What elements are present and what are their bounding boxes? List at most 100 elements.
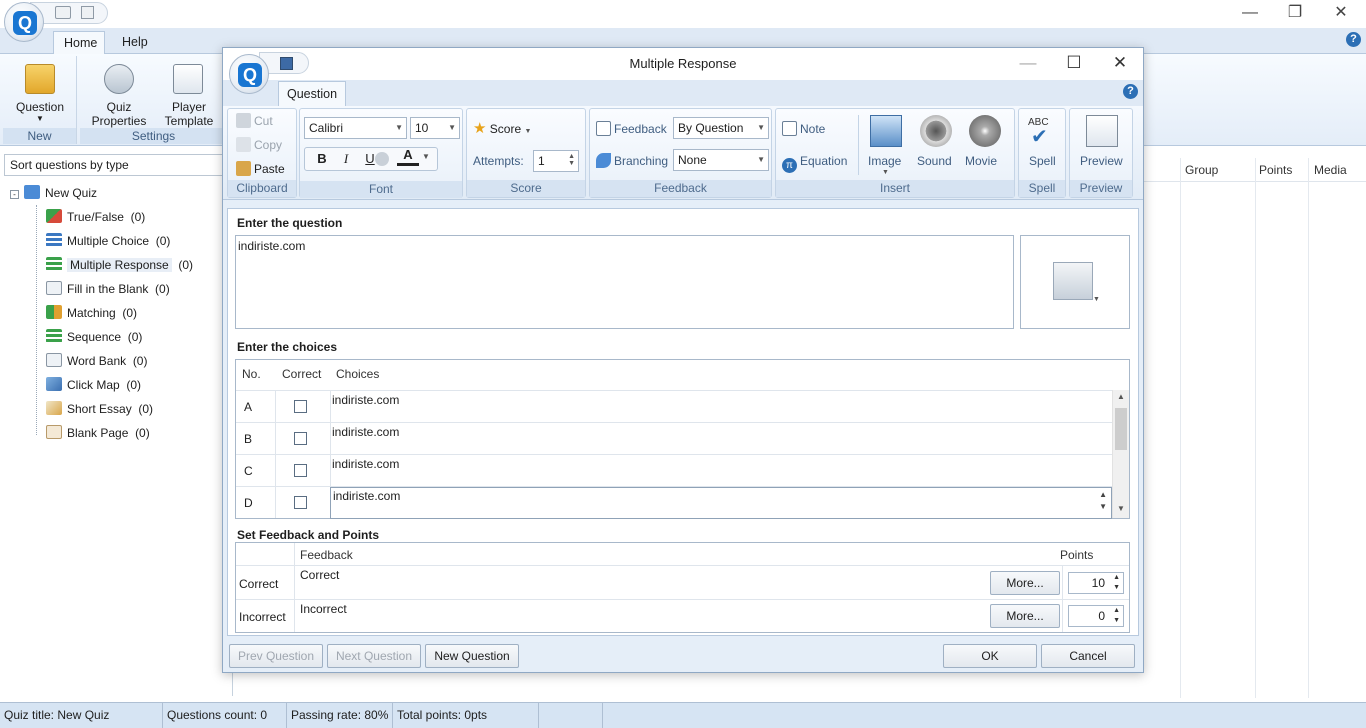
close-button[interactable]: ✕ xyxy=(1318,0,1364,28)
equation-button[interactable]: π Equation xyxy=(782,153,847,173)
quiz-icon xyxy=(24,185,40,199)
choice-edit-box[interactable]: indiriste.com ▲ ▼ xyxy=(330,487,1112,519)
scroll-thumb[interactable] xyxy=(1115,408,1127,450)
quiz-properties-button[interactable]: Quiz Properties xyxy=(86,100,152,128)
preview-icon xyxy=(1086,115,1118,147)
note-button[interactable]: Note xyxy=(782,121,825,137)
correct-checkbox[interactable] xyxy=(294,400,307,413)
tree-item-true-false[interactable]: True/False (0) xyxy=(46,206,145,228)
chevron-down-icon[interactable]: ▼ xyxy=(422,152,430,161)
column-group[interactable]: Group xyxy=(1185,158,1218,182)
font-family-select[interactable]: Calibri ▼ xyxy=(304,117,407,139)
player-template-button[interactable]: Player Template xyxy=(158,100,220,128)
help-icon[interactable]: ? xyxy=(1346,32,1361,47)
chevron-down-icon: ▼ xyxy=(524,128,532,135)
column-media[interactable]: Media xyxy=(1314,158,1347,182)
collapse-icon[interactable]: - xyxy=(10,190,19,199)
choice-text[interactable]: indiriste.com xyxy=(332,393,399,407)
choice-row[interactable]: A indiriste.com xyxy=(236,390,1112,422)
chevron-down-icon[interactable]: ▼ xyxy=(882,169,889,176)
tree-item-word-bank[interactable]: Word Bank (0) xyxy=(46,350,147,372)
status-questions-count: Questions count: 0 xyxy=(163,702,287,728)
points-stepper[interactable]: 10 ▲ ▼ xyxy=(1068,572,1124,594)
choice-row[interactable]: C indiriste.com xyxy=(236,454,1112,486)
correct-checkbox[interactable] xyxy=(294,432,307,445)
save-icon[interactable] xyxy=(280,57,293,70)
points-stepper[interactable]: 0 ▲ ▼ xyxy=(1068,605,1124,627)
template-icon xyxy=(173,64,203,94)
tree-item-sequence[interactable]: Sequence (0) xyxy=(46,326,142,348)
preview-button[interactable]: Preview xyxy=(1080,153,1123,169)
scroll-down-icon[interactable]: ▼ xyxy=(1117,504,1125,513)
more-button[interactable]: More... xyxy=(990,571,1060,595)
dialog-logo[interactable]: Q xyxy=(229,54,269,94)
minimize-button[interactable]: — xyxy=(1227,0,1273,28)
restore-button[interactable]: ❐ xyxy=(1272,0,1318,28)
paste-button[interactable]: Paste xyxy=(236,161,285,177)
sound-button[interactable]: Sound xyxy=(917,153,952,169)
cancel-button[interactable]: Cancel xyxy=(1041,644,1135,668)
open-icon[interactable] xyxy=(55,6,71,19)
spell-button[interactable]: Spell xyxy=(1029,153,1056,169)
dialog-close-button[interactable]: ✕ xyxy=(1097,48,1143,80)
new-question-button[interactable]: New Question xyxy=(425,644,519,668)
tree-item-short-essay[interactable]: Short Essay (0) xyxy=(46,398,153,420)
tree-root[interactable]: - New Quiz xyxy=(10,182,97,204)
italic-button[interactable]: I xyxy=(335,148,357,170)
group-label-score: Score xyxy=(467,180,585,197)
movie-button[interactable]: Movie xyxy=(965,153,997,169)
attempts-stepper[interactable]: 1 ▲ ▼ xyxy=(533,150,579,172)
feedback-section-title: Set Feedback and Points xyxy=(237,528,380,542)
tree-item-multiple-response[interactable]: Multiple Response (0) xyxy=(46,254,193,276)
feedback-points-table: Feedback Points Correct Correct More... … xyxy=(235,542,1130,633)
choice-row[interactable]: D indiriste.com ▲ ▼ xyxy=(236,486,1112,519)
chevron-down-icon[interactable]: ▼ xyxy=(3,112,77,126)
font-color-button[interactable]: A xyxy=(397,146,419,166)
tree-item-click-map[interactable]: Click Map (0) xyxy=(46,374,141,396)
group-label-preview: Preview xyxy=(1070,180,1132,197)
status-passing-rate: Passing rate: 80% xyxy=(287,702,393,728)
branching-select[interactable]: None ▼ xyxy=(673,149,769,171)
tab-home[interactable]: Home xyxy=(53,31,105,55)
highlight-icon[interactable] xyxy=(375,152,389,166)
tab-question[interactable]: Question xyxy=(278,81,346,106)
image-button[interactable]: Image xyxy=(868,153,901,169)
bold-button[interactable]: B xyxy=(311,148,333,170)
feedback-text[interactable]: Correct xyxy=(300,568,339,582)
tree-item-blank-page[interactable]: Blank Page (0) xyxy=(46,422,150,444)
dialog-minimize-button[interactable]: — xyxy=(1005,48,1051,80)
paste-label: Paste xyxy=(254,162,285,176)
dialog-help-icon[interactable]: ? xyxy=(1123,84,1138,99)
tree-item-fill-in-the-blank[interactable]: Fill in the Blank (0) xyxy=(46,278,170,300)
copy-button[interactable]: Copy xyxy=(236,137,282,153)
choices-scrollbar[interactable]: ▲ ▼ xyxy=(1112,390,1129,518)
choice-row[interactable]: B indiriste.com xyxy=(236,422,1112,454)
question-media-box[interactable]: ▼ xyxy=(1020,235,1130,329)
choice-text[interactable]: indiriste.com xyxy=(332,425,399,439)
prev-question-button[interactable]: Prev Question xyxy=(229,644,323,668)
font-size-select[interactable]: 10 ▼ xyxy=(410,117,460,139)
ok-button[interactable]: OK xyxy=(943,644,1037,668)
tab-help[interactable]: Help xyxy=(112,31,158,55)
question-input[interactable]: indiriste.com xyxy=(235,235,1014,329)
correct-checkbox[interactable] xyxy=(294,496,307,509)
scroll-up-icon[interactable]: ▲ xyxy=(1117,392,1125,401)
cut-button[interactable]: Cut xyxy=(236,113,273,129)
score-button[interactable]: ★ Score ▼ xyxy=(473,121,531,140)
more-button[interactable]: More... xyxy=(990,604,1060,628)
column-points[interactable]: Points xyxy=(1259,158,1292,182)
dialog-maximize-button[interactable]: ☐ xyxy=(1051,48,1097,80)
feedback-text[interactable]: Incorrect xyxy=(300,602,347,616)
choice-text[interactable]: indiriste.com xyxy=(332,457,399,471)
tree-item-matching[interactable]: Matching (0) xyxy=(46,302,137,324)
tree-item-multiple-choice[interactable]: Multiple Choice (0) xyxy=(46,230,170,252)
dialog-tab-bar: Question xyxy=(223,80,1143,106)
sort-select[interactable]: Sort questions by type xyxy=(4,154,230,176)
app-logo[interactable]: Q xyxy=(4,2,44,42)
next-question-button[interactable]: Next Question xyxy=(327,644,421,668)
save-icon[interactable] xyxy=(81,6,94,19)
feedback-select[interactable]: By Question ▼ xyxy=(673,117,769,139)
correct-checkbox[interactable] xyxy=(294,464,307,477)
edit-scroll-icon[interactable]: ▲ ▼ xyxy=(1099,489,1107,513)
status-total-points: Total points: 0pts xyxy=(393,702,539,728)
